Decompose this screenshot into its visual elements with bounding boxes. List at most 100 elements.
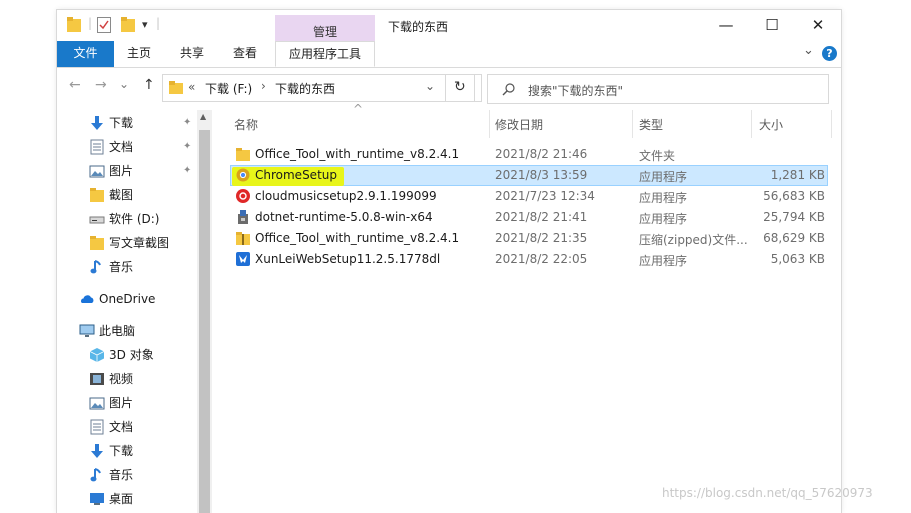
file-row[interactable]: cloudmusicsetup2.9.1.199099 2021/7/23 12… bbox=[230, 186, 828, 207]
title-bar: | ▾ | 管理 下载的东西 — ☐ ✕ bbox=[57, 10, 841, 47]
picture-icon bbox=[89, 397, 105, 410]
tab-home[interactable]: 主页 bbox=[114, 41, 164, 67]
qat-divider: | bbox=[156, 16, 161, 30]
nav-label: 桌面 bbox=[109, 492, 134, 506]
ribbon-expand-button[interactable]: ⌄ bbox=[803, 43, 814, 58]
address-bar[interactable]: « 下载 (F:) › 下载的东西 ⌄ bbox=[162, 74, 482, 102]
refresh-button[interactable]: ↻ bbox=[445, 74, 475, 102]
nav-label: 音乐 bbox=[109, 468, 134, 482]
pin-icon[interactable]: ✦ bbox=[183, 141, 191, 152]
video-icon bbox=[90, 373, 104, 385]
folder-icon bbox=[90, 236, 104, 250]
qat-dropdown[interactable]: ▾ bbox=[142, 18, 148, 31]
music-icon bbox=[90, 260, 101, 274]
folder-icon bbox=[67, 17, 81, 32]
nav-label: 文档 bbox=[109, 420, 134, 434]
tab-file[interactable]: 文件 bbox=[57, 41, 114, 67]
nav-label: 写文章截图 bbox=[109, 236, 170, 250]
nav-label: 下载 bbox=[109, 116, 134, 130]
up-button[interactable]: ↑ bbox=[143, 77, 155, 93]
nav-label: 视频 bbox=[109, 372, 134, 386]
column-divider[interactable] bbox=[831, 110, 832, 138]
file-type: 压缩(zipped)文件... bbox=[639, 233, 748, 247]
file-row[interactable]: dotnet-runtime-5.0.8-win-x64 2021/8/2 21… bbox=[230, 207, 828, 228]
onedrive-cloud-icon bbox=[81, 295, 94, 303]
nav-label: 图片 bbox=[109, 396, 134, 410]
address-dropdown[interactable]: ⌄ bbox=[425, 79, 435, 93]
maximize-button[interactable]: ☐ bbox=[749, 10, 795, 41]
column-divider[interactable] bbox=[751, 110, 752, 138]
recent-locations-button[interactable]: ⌄ bbox=[119, 77, 129, 91]
pin-icon[interactable]: ✦ bbox=[183, 165, 191, 176]
search-icon bbox=[502, 83, 515, 96]
nav-label: OneDrive bbox=[99, 292, 156, 306]
window-title: 下载的东西 bbox=[388, 20, 449, 34]
minimize-button[interactable]: — bbox=[703, 10, 749, 41]
nav-scrollbar-thumb[interactable] bbox=[199, 130, 210, 513]
file-type: 应用程序 bbox=[639, 191, 688, 205]
pin-icon[interactable]: ✦ bbox=[183, 117, 191, 128]
file-name: XunLeiWebSetup11.2.5.1778dl bbox=[255, 252, 441, 266]
scroll-up-arrow[interactable]: ▲ bbox=[200, 112, 206, 121]
breadcrumb-drive[interactable]: 下载 (F:) bbox=[205, 80, 252, 97]
column-header-type[interactable]: 类型 bbox=[639, 116, 663, 133]
file-row[interactable]: Office_Tool_with_runtime_v8.2.4.1 2021/8… bbox=[230, 228, 828, 249]
netease-music-icon bbox=[236, 189, 250, 203]
file-modified: 2021/8/2 21:41 bbox=[495, 210, 588, 224]
file-modified: 2021/8/2 21:46 bbox=[495, 147, 588, 161]
file-row-selected[interactable]: ChromeSetup 2021/8/3 13:59 应用程序 1,281 KB bbox=[230, 165, 828, 186]
file-modified: 2021/7/23 12:34 bbox=[495, 189, 595, 203]
refresh-icon: ↻ bbox=[454, 79, 466, 95]
xunlei-icon bbox=[236, 252, 250, 266]
qat-divider: | bbox=[88, 16, 93, 30]
properties-icon[interactable] bbox=[97, 17, 111, 33]
file-type: 文件夹 bbox=[639, 149, 676, 163]
file-type: 应用程序 bbox=[639, 170, 688, 184]
file-row[interactable]: Office_Tool_with_runtime_v8.2.4.1 2021/8… bbox=[230, 144, 828, 165]
folder-icon bbox=[169, 81, 183, 94]
zip-folder-icon bbox=[236, 232, 250, 245]
breadcrumb-folder[interactable]: 下载的东西 bbox=[275, 80, 335, 97]
breadcrumb-separator: › bbox=[261, 79, 266, 93]
nav-label: 文档 bbox=[109, 140, 134, 154]
tab-app-tools[interactable]: 应用程序工具 bbox=[275, 41, 375, 67]
forward-button[interactable]: → bbox=[95, 77, 107, 93]
chrome-setup-icon bbox=[236, 168, 250, 182]
column-divider[interactable] bbox=[632, 110, 633, 138]
document-icon bbox=[90, 139, 104, 155]
ribbon-tabs: 文件 主页 共享 查看 应用程序工具 ⌄ ? bbox=[57, 41, 841, 68]
file-size: 25,794 KB bbox=[763, 210, 825, 224]
file-name: ChromeSetup bbox=[255, 168, 337, 182]
column-header-size[interactable]: 大小 bbox=[759, 116, 783, 133]
file-name: Office_Tool_with_runtime_v8.2.4.1 bbox=[255, 147, 460, 161]
file-name: cloudmusicsetup2.9.1.199099 bbox=[255, 189, 437, 203]
folder-icon bbox=[90, 188, 104, 202]
explorer-window: | ▾ | 管理 下载的东西 — ☐ ✕ 文件 主页 共享 查看 应用程序工具 … bbox=[57, 10, 841, 513]
desktop-icon bbox=[90, 493, 104, 505]
file-modified: 2021/8/2 22:05 bbox=[495, 252, 588, 266]
close-button[interactable]: ✕ bbox=[795, 10, 841, 41]
tab-share[interactable]: 共享 bbox=[167, 41, 217, 67]
nav-label: 软件 (D:) bbox=[109, 212, 160, 226]
file-row[interactable]: XunLeiWebSetup11.2.5.1778dl 2021/8/2 22:… bbox=[230, 249, 828, 270]
drive-icon bbox=[89, 216, 105, 224]
column-divider[interactable] bbox=[489, 110, 490, 138]
nav-label: 音乐 bbox=[109, 260, 134, 274]
search-box[interactable]: 搜索"下载的东西" bbox=[487, 74, 829, 104]
sort-indicator: ^ bbox=[353, 102, 364, 116]
column-header-name[interactable]: 名称 bbox=[234, 116, 258, 133]
installer-icon bbox=[238, 210, 248, 224]
search-placeholder: 搜索"下载的东西" bbox=[528, 84, 624, 98]
tab-view[interactable]: 查看 bbox=[220, 41, 270, 67]
document-icon bbox=[90, 419, 104, 435]
back-button[interactable]: ← bbox=[69, 77, 81, 93]
3d-objects-icon bbox=[89, 348, 105, 362]
nav-label: 3D 对象 bbox=[109, 348, 154, 362]
help-button[interactable]: ? bbox=[822, 46, 837, 61]
file-name: Office_Tool_with_runtime_v8.2.4.1 bbox=[255, 231, 460, 245]
new-folder-icon[interactable] bbox=[121, 17, 135, 33]
column-header-modified[interactable]: 修改日期 bbox=[495, 116, 543, 133]
nav-label: 图片 bbox=[109, 164, 134, 178]
address-overflow[interactable]: « bbox=[188, 80, 195, 94]
file-type: 应用程序 bbox=[639, 254, 688, 268]
